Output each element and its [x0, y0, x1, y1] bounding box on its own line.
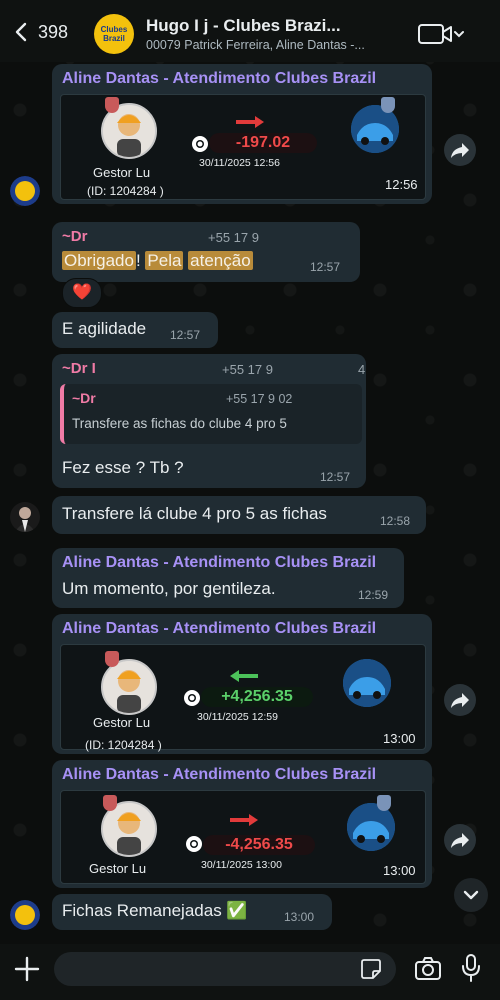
- message-text: Um momento, por gentileza.: [62, 579, 276, 598]
- transfer-card: Gestor Lu -4,256.35 30/11/2025 13:00 13:…: [60, 790, 426, 884]
- club-avatar: [347, 803, 395, 851]
- reaction-emoji: ❤️: [72, 284, 92, 301]
- card-timestamp: 12:56: [385, 177, 418, 192]
- sender-avatar[interactable]: [10, 176, 40, 206]
- sender-name: Aline Dantas - Atendimento Clubes Brazil: [62, 70, 377, 87]
- sender-name: Aline Dantas - Atendimento Clubes Brazil: [62, 620, 377, 637]
- card-timestamp: 13:00: [383, 863, 416, 878]
- quoted-message[interactable]: ~Dr +55 17 9 02 Transfere as fichas do c…: [60, 384, 362, 444]
- transfer-card: Gestor Lu (ID: 1204284 ) +4,256.35 30/11…: [60, 644, 426, 752]
- sender-phone: +55 17 9: [208, 230, 259, 245]
- quoted-phone: +55 17 9 02: [226, 392, 293, 406]
- arrow-right-icon: [236, 116, 264, 128]
- chat-header: 398 Clubes Brazil Hugo I j - Clubes Braz…: [0, 0, 500, 62]
- message-time: 12:57: [170, 328, 201, 342]
- forward-icon: [451, 143, 469, 158]
- message-transfer-request[interactable]: Transfere lá clube 4 pro 5 as fichas 12:…: [52, 496, 426, 534]
- arrow-right-icon: [230, 814, 258, 826]
- message-text: Obrigado! Pela atenção: [62, 251, 253, 271]
- chip-icon: [186, 836, 202, 852]
- card-timestamp: 13:00: [383, 731, 416, 746]
- rank-badge-icon: [105, 97, 119, 113]
- sender-alias: ~Dr I: [62, 360, 96, 377]
- sticker-icon[interactable]: [360, 958, 382, 980]
- message-time: 12:58: [380, 514, 411, 528]
- message-time: 13:00: [284, 910, 315, 924]
- club-avatar: [343, 659, 391, 707]
- sender-avatar[interactable]: [10, 502, 40, 532]
- player-avatar: [101, 659, 157, 715]
- player-id: (ID: 1204284 ): [85, 738, 162, 752]
- group-avatar-logo-text: Clubes Brazil: [100, 25, 128, 43]
- message-um-momento[interactable]: Aline Dantas - Atendimento Clubes Brazil…: [52, 548, 404, 608]
- message-transfer-card-3[interactable]: Aline Dantas - Atendimento Clubes Brazil…: [52, 760, 432, 888]
- player-id: (ID: 1204284 ): [87, 184, 164, 198]
- reaction-badge[interactable]: ❤️: [62, 278, 102, 308]
- message-text: E agilidade: [62, 319, 147, 338]
- message-agilidade[interactable]: E agilidade 12:57: [52, 312, 218, 348]
- chat-participants[interactable]: 00079 Patrick Ferreira, Aline Dantas -..…: [146, 38, 416, 52]
- forward-icon: [451, 833, 469, 848]
- plus-icon[interactable]: [14, 956, 40, 982]
- player-name: Gestor Lu: [93, 715, 151, 730]
- message-thanks[interactable]: ~Dr +55 17 9 Obrigado! Pela atenção 12:5…: [52, 222, 360, 282]
- transfer-date: 30/11/2025 12:59: [197, 711, 278, 723]
- transfer-amount: -4,256.35: [203, 835, 315, 855]
- unread-count[interactable]: 398: [38, 22, 68, 43]
- transfer-card: Gestor Lu (ID: 1204284 ) -197.02 30/11/2…: [60, 94, 426, 200]
- back-arrow-icon[interactable]: [10, 20, 34, 44]
- transfer-amount: -197.02: [209, 133, 317, 153]
- sender-avatar[interactable]: [10, 900, 40, 930]
- message-reply[interactable]: ~Dr I +55 17 9 4 ~Dr +55 17 9 02 Transfe…: [52, 354, 366, 488]
- forward-icon: [451, 693, 469, 708]
- message-text: Fichas Remanejadas ✅: [62, 901, 248, 920]
- club-badge-icon: [377, 795, 391, 811]
- camera-icon[interactable]: [414, 956, 442, 982]
- chevron-down-icon: [463, 890, 479, 900]
- sender-suffix: 4: [358, 362, 366, 377]
- quoted-sender: ~Dr: [72, 390, 96, 406]
- sender-name: ~Dr I +55 17 9 4: [62, 360, 365, 377]
- player-name: Gestor Lu: [93, 165, 151, 180]
- message-time: 12:59: [358, 588, 389, 602]
- message-transfer-card-1[interactable]: Aline Dantas - Atendimento Clubes Brazil…: [52, 64, 432, 204]
- message-punctuation: !: [135, 251, 141, 270]
- rank-badge-icon: [105, 651, 119, 667]
- sender-alias: ~Dr: [62, 228, 88, 245]
- rank-badge-icon: [103, 795, 117, 811]
- message-time: 12:57: [310, 260, 341, 274]
- transfer-date: 30/11/2025 12:56: [199, 157, 280, 169]
- transfer-amount: +4,256.35: [201, 687, 313, 707]
- highlighted-word: atenção: [188, 251, 253, 270]
- sender-name: Aline Dantas - Atendimento Clubes Brazil: [62, 554, 377, 571]
- highlighted-word: Obrigado: [62, 251, 136, 270]
- forward-button[interactable]: [444, 824, 476, 856]
- chip-icon: [184, 690, 200, 706]
- forward-button[interactable]: [444, 684, 476, 716]
- composer-bar: [0, 944, 500, 1000]
- sender-name: Aline Dantas - Atendimento Clubes Brazil: [62, 766, 377, 783]
- video-call-icon[interactable]: [418, 22, 464, 46]
- message-text: Fez esse ? Tb ?: [62, 458, 184, 477]
- quoted-text: Transfere as fichas do clube 4 pro 5: [72, 416, 287, 431]
- transfer-date: 30/11/2025 13:00: [201, 859, 282, 871]
- sender-phone: +55 17 9: [222, 362, 273, 377]
- chip-icon: [192, 136, 208, 152]
- message-text: Transfere lá clube 4 pro 5 as fichas: [62, 504, 327, 523]
- chat-title[interactable]: Hugo I j - Clubes Brazi...: [146, 16, 416, 36]
- arrow-left-icon: [230, 670, 258, 682]
- player-name: Gestor Lu: [89, 861, 147, 876]
- message-fichas-remanejadas[interactable]: Fichas Remanejadas ✅ 13:00: [52, 894, 332, 930]
- message-time: 12:57: [320, 470, 351, 484]
- scroll-to-bottom-button[interactable]: [454, 878, 488, 912]
- highlighted-word: Pela: [145, 251, 184, 270]
- message-input[interactable]: [54, 952, 396, 986]
- group-avatar[interactable]: Clubes Brazil: [94, 14, 134, 54]
- microphone-icon[interactable]: [460, 953, 482, 983]
- forward-button[interactable]: [444, 134, 476, 166]
- message-transfer-card-2[interactable]: Aline Dantas - Atendimento Clubes Brazil…: [52, 614, 432, 754]
- club-avatar: [351, 105, 399, 153]
- sender-name: ~Dr +55 17 9: [62, 228, 259, 245]
- club-badge-icon: [381, 97, 395, 113]
